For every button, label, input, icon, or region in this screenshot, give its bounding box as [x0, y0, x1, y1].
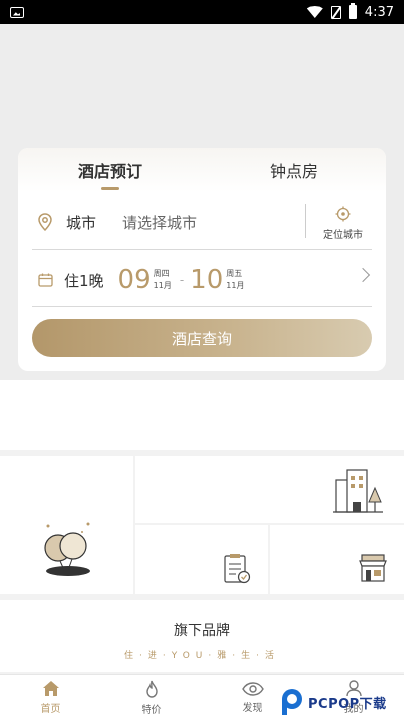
gallery-notification-icon — [10, 6, 24, 18]
flame-icon — [145, 680, 158, 698]
locate-city-label: 定位城市 — [323, 230, 363, 241]
city-row[interactable]: 城市 请选择城市 定位城市 — [32, 204, 372, 241]
balloon-icon — [44, 522, 90, 576]
checklist-icon — [224, 554, 251, 584]
booking-card: 酒店预订 钟点房 城市 请选择城市 定位城市 住1晚 09 周四 11月 - 1… — [18, 148, 386, 371]
checkout-weekday: 周五 — [226, 269, 243, 278]
buildings-icon — [333, 469, 383, 513]
pcpop-logo-icon — [282, 689, 302, 715]
city-select-input[interactable]: 请选择城市 — [122, 212, 197, 233]
chevron-right-icon[interactable] — [355, 267, 371, 283]
location-pin-icon — [38, 213, 52, 231]
date-row[interactable]: 住1晚 09 周四 11月 - 10 周五 11月 — [32, 260, 372, 300]
watermark-text: PCPOP下载 — [308, 696, 387, 712]
tab-hotel-booking-label: 酒店预订 — [77, 162, 142, 181]
brand-slogan: 住·进·YOU·雅·生·活 — [124, 651, 280, 661]
checkout-month: 11月 — [226, 281, 245, 290]
crosshair-icon — [335, 206, 351, 222]
tab-home-label: 首页 — [40, 704, 61, 715]
checkin-month: 11月 — [153, 281, 172, 290]
tab-hourly-room-label: 钟点房 — [269, 162, 318, 181]
tab-home[interactable]: 首页 — [0, 675, 101, 720]
checkin-meta: 周四 11月 — [154, 268, 172, 292]
wifi-icon — [306, 6, 323, 18]
status-bar: 4:37 — [0, 0, 404, 24]
pcpop-watermark: PCPOP下载 — [280, 684, 387, 720]
checkout-meta: 周五 11月 — [226, 268, 244, 292]
date-separator: - — [179, 273, 185, 287]
feature-tile-buildings[interactable] — [135, 456, 404, 523]
tab-deals-label: 特价 — [141, 704, 162, 716]
tab-deals[interactable]: 特价 — [101, 675, 202, 720]
tab-hourly-room[interactable]: 钟点房 — [202, 148, 386, 192]
eye-icon — [241, 681, 264, 696]
brand-title: 旗下品牌 — [174, 623, 230, 639]
status-time: 4:37 — [364, 4, 394, 20]
no-sim-icon — [330, 5, 341, 19]
promo-area — [0, 380, 404, 450]
feature-tile-shop[interactable] — [270, 525, 404, 594]
city-label: 城市 — [66, 213, 97, 232]
shop-icon — [359, 554, 387, 582]
locate-divider — [305, 204, 306, 238]
tab-hotel-booking[interactable]: 酒店预订 — [18, 148, 202, 192]
booking-tabs: 酒店预订 钟点房 — [18, 148, 386, 192]
calendar-icon — [38, 273, 53, 287]
hotel-search-button[interactable]: 酒店查询 — [32, 319, 372, 357]
checkout-day[interactable]: 10 — [190, 267, 223, 293]
brand-section: 旗下品牌 住·进·YOU·雅·生·活 — [0, 600, 404, 672]
active-tab-indicator — [101, 187, 119, 190]
checkin-weekday: 周四 — [153, 269, 170, 278]
nights-count: 住1晚 — [64, 271, 104, 290]
feature-tile-balloon[interactable] — [0, 456, 133, 594]
divider — [32, 249, 372, 250]
feature-tile-checklist[interactable] — [135, 525, 268, 594]
tab-discover-label: 发现 — [242, 702, 263, 714]
checkin-day[interactable]: 09 — [118, 267, 151, 293]
divider — [32, 306, 372, 307]
locate-city-button[interactable]: 定位城市 — [314, 206, 372, 241]
home-icon — [42, 681, 59, 696]
feature-grid — [0, 456, 404, 594]
battery-icon — [348, 3, 357, 19]
